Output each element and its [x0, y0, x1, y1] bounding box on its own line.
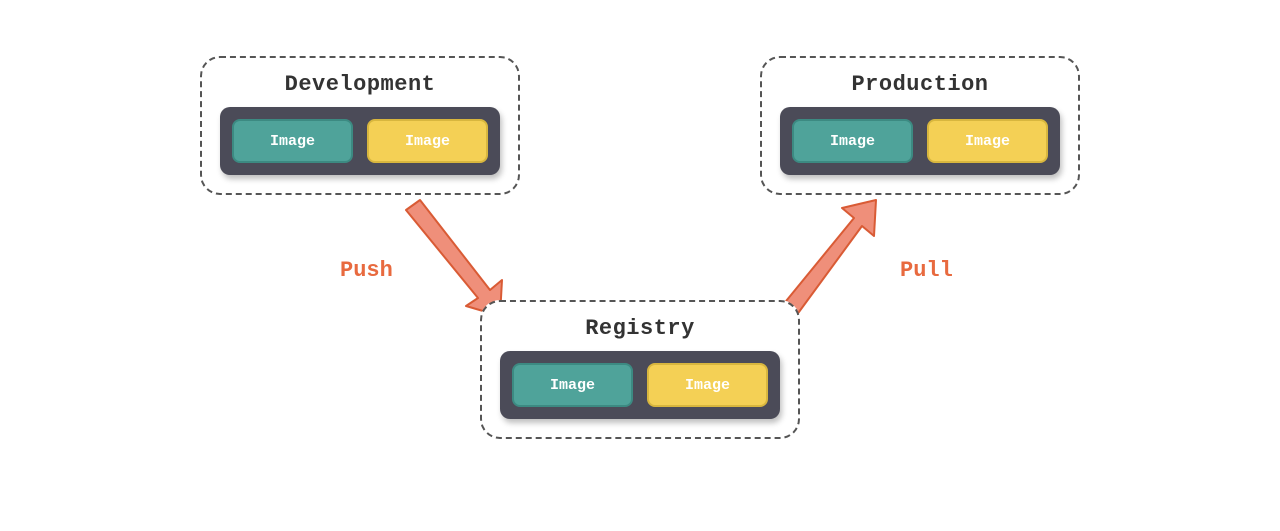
- production-title: Production: [780, 72, 1060, 97]
- push-label: Push: [340, 258, 393, 283]
- production-image-tray: Image Image: [780, 107, 1060, 175]
- flow-arrows: [0, 0, 1280, 531]
- development-image-tray: Image Image: [220, 107, 500, 175]
- registry-image-tray: Image Image: [500, 351, 780, 419]
- registry-title: Registry: [500, 316, 780, 341]
- push-arrow: [406, 200, 502, 316]
- production-environment: Production Image Image: [760, 56, 1080, 195]
- image-chip: Image: [927, 119, 1048, 163]
- image-chip: Image: [367, 119, 488, 163]
- development-environment: Development Image Image: [200, 56, 520, 195]
- pull-label: Pull: [900, 258, 953, 283]
- development-title: Development: [220, 72, 500, 97]
- registry-environment: Registry Image Image: [480, 300, 800, 439]
- image-chip: Image: [792, 119, 913, 163]
- pull-arrow: [782, 200, 876, 316]
- image-chip: Image: [512, 363, 633, 407]
- image-chip: Image: [647, 363, 768, 407]
- image-chip: Image: [232, 119, 353, 163]
- diagram-stage: Development Image Image Production Image…: [0, 0, 1280, 531]
